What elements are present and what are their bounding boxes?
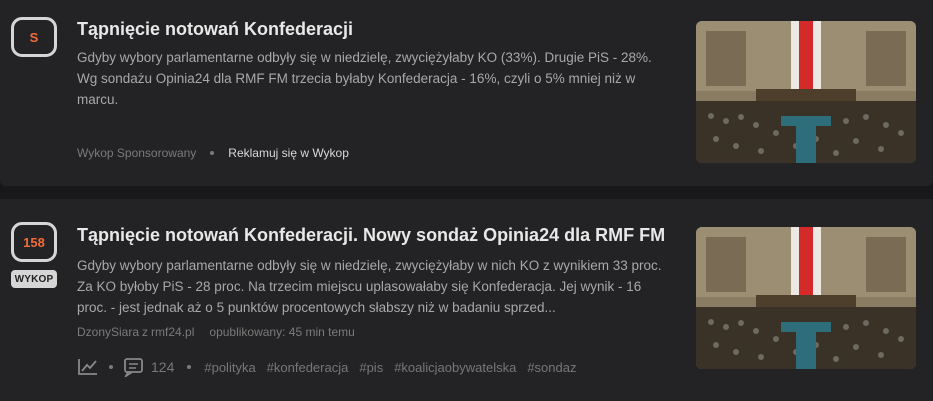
sponsored-vote-label: S	[29, 29, 39, 45]
separator-dot	[187, 365, 192, 369]
published-time: opublikowany: 45 min temu	[209, 325, 355, 339]
source-prefix: z	[142, 325, 149, 339]
sponsor-label: Wykop Sponsorowany	[77, 146, 197, 160]
comments-icon[interactable]	[123, 357, 145, 377]
tag-link[interactable]: #konfederacja	[267, 360, 349, 375]
tag-link[interactable]: #sondaz	[527, 360, 576, 375]
source-link[interactable]: rmf24.pl	[151, 325, 194, 339]
post-actions: 124 #polityka #konfederacja #pis #koalic…	[77, 355, 587, 379]
advertise-link[interactable]: Reklamuj się w Wykop	[228, 146, 349, 160]
separator-dot	[109, 365, 113, 369]
post-description[interactable]: Gdyby wybory parlamentarne odbyły się w …	[77, 255, 667, 318]
tag-link[interactable]: #polityka	[204, 360, 255, 375]
separator-dot	[210, 151, 215, 155]
post-description[interactable]: Gdyby wybory parlamentarne odbyły się w …	[77, 47, 667, 110]
post-title[interactable]: Tąpnięcie notowań Konfederacji	[77, 19, 353, 40]
vote-count-box: 158	[11, 222, 57, 262]
author-link[interactable]: DzonySiara	[77, 325, 139, 339]
vote-count: 158	[23, 234, 45, 250]
chart-icon[interactable]	[77, 357, 99, 377]
post-meta: Wykop Sponsorowany Reklamuj się w Wykop	[77, 146, 349, 160]
comments-count[interactable]: 124	[151, 359, 174, 375]
sponsored-post: S Tąpnięcie notowań Konfederacji Gdyby w…	[0, 0, 933, 186]
post-card: 158 WYKOP Tąpnięcie notowań Konfederacji…	[0, 199, 933, 401]
post-thumbnail[interactable]	[696, 227, 916, 369]
post-meta: DzonySiara z rmf24.pl opublikowany: 45 m…	[77, 325, 355, 339]
post-thumbnail[interactable]	[696, 21, 916, 163]
wykop-button[interactable]: WYKOP	[11, 270, 57, 288]
post-title[interactable]: Tąpnięcie notowań Konfederacji. Nowy son…	[77, 225, 665, 246]
tag-link[interactable]: #koalicjaobywatelska	[394, 360, 516, 375]
tag-link[interactable]: #pis	[359, 360, 383, 375]
sponsored-vote-box[interactable]: S	[11, 17, 57, 57]
